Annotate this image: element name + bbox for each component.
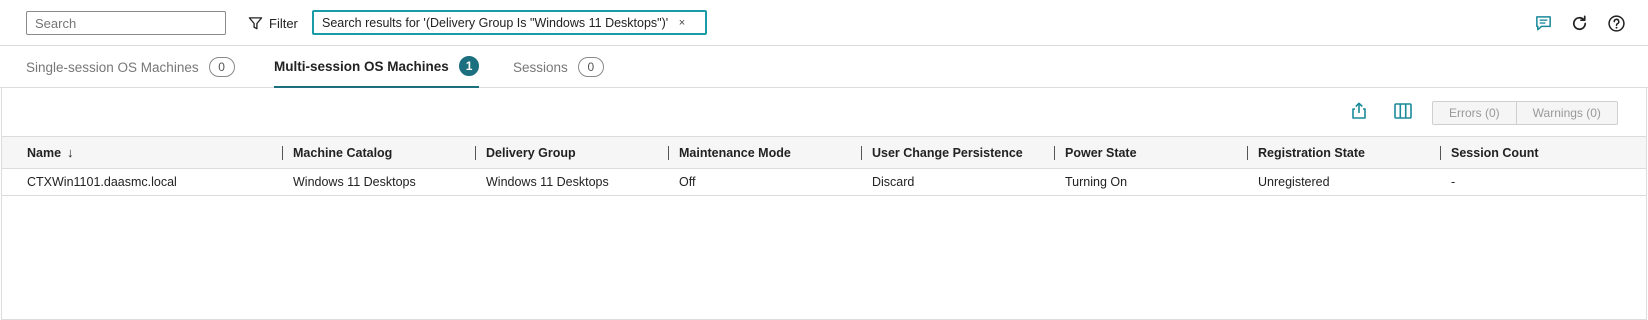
warnings-button[interactable]: Warnings (0) xyxy=(1515,102,1617,124)
tab-count-badge: 1 xyxy=(458,56,480,76)
tab-label: Single-session OS Machines xyxy=(26,59,199,75)
column-header-registration-state[interactable]: Registration State xyxy=(1258,137,1365,168)
column-resize-handle[interactable] xyxy=(668,146,669,160)
machines-table: Name ↓ Machine Catalog Delivery Group Ma… xyxy=(2,136,1646,196)
cell-maintenance-mode: Off xyxy=(679,175,696,189)
column-header-name[interactable]: Name ↓ xyxy=(27,137,74,168)
column-header-power-state[interactable]: Power State xyxy=(1065,137,1137,168)
sort-descending-icon: ↓ xyxy=(67,145,74,160)
chat-icon[interactable] xyxy=(1532,12,1554,34)
tab-count-badge: 0 xyxy=(208,57,235,77)
refresh-icon[interactable] xyxy=(1568,12,1590,34)
cell-delivery-group: Windows 11 Desktops xyxy=(486,175,609,189)
filter-chip-text: Search results for '(Delivery Group Is "… xyxy=(322,15,669,30)
column-header-user-change-persistence[interactable]: User Change Persistence xyxy=(872,137,1023,168)
table-header: Name ↓ Machine Catalog Delivery Group Ma… xyxy=(2,136,1646,169)
column-header-delivery-group[interactable]: Delivery Group xyxy=(486,137,576,168)
errors-button[interactable]: Errors (0) xyxy=(1433,102,1516,124)
column-resize-handle[interactable] xyxy=(1054,146,1055,160)
tab-label: Multi-session OS Machines xyxy=(274,58,449,74)
cell-user-change-persistence: Discard xyxy=(872,175,915,189)
tab-sessions[interactable]: Sessions 0 xyxy=(513,46,604,88)
column-header-machine-catalog[interactable]: Machine Catalog xyxy=(293,137,392,168)
filter-chip-close-icon[interactable]: × xyxy=(675,16,689,30)
column-header-maintenance-mode[interactable]: Maintenance Mode xyxy=(679,137,791,168)
filter-label: Filter xyxy=(269,15,298,31)
cell-registration-state: Unregistered xyxy=(1258,175,1330,189)
machines-panel: Errors (0) Warnings (0) Name ↓ Machine C… xyxy=(1,88,1647,320)
cell-power-state: Turning On xyxy=(1065,175,1128,189)
tab-label: Sessions xyxy=(513,59,568,75)
tab-count-badge: 0 xyxy=(577,57,604,77)
column-resize-handle[interactable] xyxy=(1247,146,1248,160)
column-resize-handle[interactable] xyxy=(861,146,862,160)
filter-icon xyxy=(248,16,263,29)
export-icon[interactable] xyxy=(1347,99,1371,123)
search-input[interactable] xyxy=(26,11,226,35)
column-resize-handle[interactable] xyxy=(475,146,476,160)
help-icon[interactable] xyxy=(1605,12,1627,34)
tab-single-session-machines[interactable]: Single-session OS Machines 0 xyxy=(26,46,235,88)
column-resize-handle[interactable] xyxy=(282,146,283,160)
filter-button[interactable]: Filter xyxy=(248,13,298,33)
cell-name: CTXWin1101.daasmc.local xyxy=(27,175,177,189)
top-bar: Filter Search results for '(Delivery Gro… xyxy=(0,0,1648,46)
cell-session-count: - xyxy=(1451,175,1456,189)
filter-chip: Search results for '(Delivery Group Is "… xyxy=(312,10,707,35)
tab-multi-session-machines[interactable]: Multi-session OS Machines 1 xyxy=(274,46,480,88)
cell-machine-catalog: Windows 11 Desktops xyxy=(293,175,416,189)
tab-bar: Single-session OS Machines 0 Multi-sessi… xyxy=(0,46,1648,88)
column-resize-handle[interactable] xyxy=(1440,146,1441,160)
table-row[interactable]: CTXWin1101.daasmc.local Windows 11 Deskt… xyxy=(2,169,1646,196)
columns-icon[interactable] xyxy=(1391,99,1415,123)
status-filter-group: Errors (0) Warnings (0) xyxy=(1432,101,1618,125)
column-header-session-count[interactable]: Session Count xyxy=(1451,137,1539,168)
